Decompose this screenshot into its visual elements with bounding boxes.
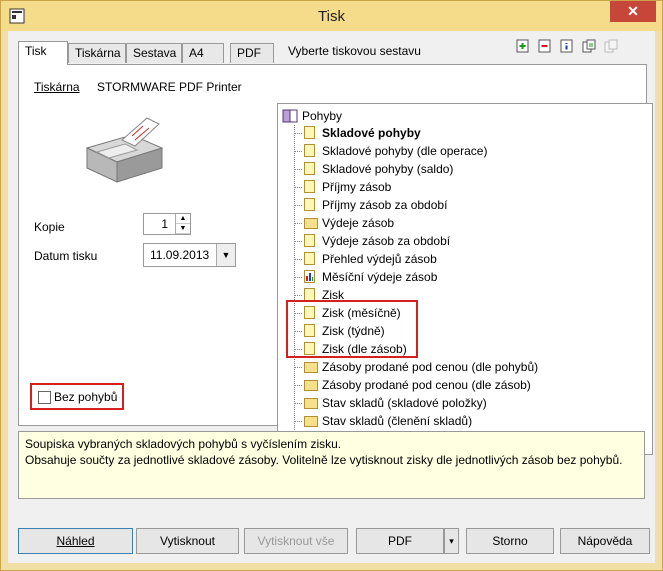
- document-icon: [304, 144, 315, 157]
- tree-branch-line: [294, 205, 302, 206]
- print-date-picker[interactable]: 11.09.2013 ▼: [143, 243, 236, 267]
- book-icon: [282, 109, 298, 123]
- printer-link[interactable]: Tiskárna: [34, 80, 80, 94]
- tree-branch-line: [294, 223, 302, 224]
- tree-branch-line: [294, 385, 302, 386]
- tree-root-label: Pohyby: [302, 109, 343, 123]
- tree-branch-line: [294, 169, 302, 170]
- tab-sestava[interactable]: Sestava: [126, 43, 182, 63]
- pdf-button[interactable]: PDF: [356, 528, 444, 554]
- print-all-button: Vytisknout vše: [244, 528, 348, 554]
- tree-item-label: Měsíční výdeje zásob: [322, 270, 438, 284]
- printer-name: STORMWARE PDF Printer: [97, 80, 242, 94]
- print-date-label: Datum tisku: [34, 249, 98, 263]
- spin-up-icon[interactable]: ▲: [176, 214, 190, 224]
- description-line-1: Soupiska vybraných skladových pohybů s v…: [25, 437, 342, 451]
- window-title: Tisk: [318, 8, 345, 25]
- document-icon: [304, 234, 315, 247]
- no-movements-label[interactable]: Bez pohybů: [54, 390, 117, 404]
- tab-tiskarna[interactable]: Tiskárna: [68, 43, 126, 63]
- close-button[interactable]: ✕: [610, 1, 656, 22]
- spin-down-icon[interactable]: ▼: [176, 224, 190, 234]
- folder-icon: [304, 380, 318, 391]
- printer-icon: [85, 117, 164, 183]
- tree-branch-line: [294, 259, 302, 260]
- description-line-2: Obsahuje součty za jednotlivé skladové z…: [25, 453, 623, 467]
- tree-item-label: Skladové pohyby: [322, 126, 421, 140]
- print-button[interactable]: Vytisknout: [136, 528, 239, 554]
- tab-tisk[interactable]: Tisk: [18, 41, 68, 65]
- copies-spinner[interactable]: 1 ▲ ▼: [143, 213, 191, 235]
- tree-branch-line: [294, 187, 302, 188]
- folder-icon: [304, 362, 318, 373]
- select-report-hint: Vyberte tiskovou sestavu: [288, 44, 421, 58]
- tree-connector: [294, 125, 295, 438]
- tree-branch-line: [294, 421, 302, 422]
- spinner-buttons: ▲ ▼: [175, 214, 190, 234]
- document-icon: [304, 198, 315, 211]
- info-icon[interactable]: [560, 39, 574, 53]
- preview-button[interactable]: Náhled: [18, 528, 133, 554]
- tree-item-label: Výdeje zásob za období: [322, 234, 451, 248]
- tree-item-label: Příjmy zásob za období: [322, 198, 448, 212]
- chart-icon: [304, 270, 315, 283]
- tree-item-label: Stav skladů (skladové položky): [322, 396, 487, 410]
- copy-disabled-icon: [604, 39, 618, 53]
- folder-icon: [304, 398, 318, 409]
- document-icon: [304, 180, 315, 193]
- copy-icon[interactable]: [582, 39, 596, 53]
- tree-item-label: Zásoby prodané pod cenou (dle zásob): [322, 378, 531, 392]
- tree-branch-line: [294, 133, 302, 134]
- remove-icon[interactable]: [538, 39, 552, 53]
- copies-label: Kopie: [34, 220, 65, 234]
- print-dialog: Tisk ✕ Tisk Tiskárna Sestava A4 PDF Vybe…: [0, 0, 663, 571]
- no-movements-option: Bez pohybů: [30, 383, 124, 410]
- selection-highlight: [286, 300, 418, 358]
- tab-pdf[interactable]: PDF: [230, 43, 274, 63]
- tree-item-label: Přehled výdejů zásob: [322, 252, 437, 266]
- tree-item-label: Zásoby prodané pod cenou (dle pohybů): [322, 360, 539, 374]
- folder-icon: [304, 416, 318, 427]
- tree-item-label: Příjmy zásob: [322, 180, 392, 194]
- folder-icon: [304, 218, 318, 229]
- tree-branch-line: [294, 403, 302, 404]
- pdf-dropdown-arrow-icon[interactable]: ▾: [444, 528, 459, 554]
- report-tree[interactable]: Pohyby Skladové pohyby Skladové pohyby (d…: [277, 103, 653, 455]
- dialog-body: Tisk Tiskárna Sestava A4 PDF Vyberte tis…: [8, 31, 655, 563]
- date-dropdown-icon[interactable]: ▼: [216, 244, 235, 266]
- tree-item-label: Stav skladů (členění skladů): [322, 414, 473, 428]
- tree-branch-line: [294, 277, 302, 278]
- tab-a4[interactable]: A4: [182, 43, 224, 63]
- tree-branch-line: [294, 295, 302, 296]
- tree-item-label: Výdeje zásob: [322, 216, 395, 230]
- tree-item-label: Skladové pohyby (dle operace): [322, 144, 488, 158]
- help-button[interactable]: Nápověda: [560, 528, 650, 554]
- no-movements-checkbox[interactable]: [38, 391, 51, 404]
- document-icon: [304, 126, 315, 139]
- document-icon: [304, 162, 315, 175]
- tree-branch-line: [294, 241, 302, 242]
- cancel-button[interactable]: Storno: [466, 528, 554, 554]
- print-settings-panel: Tiskárna STORMWARE PDF Printer Kopie Dat…: [18, 64, 653, 455]
- tree-item-label: Skladové pohyby (saldo): [322, 162, 454, 176]
- report-description: Soupiska vybraných skladových pohybů s v…: [18, 431, 645, 499]
- document-icon: [304, 252, 315, 265]
- add-icon[interactable]: [516, 39, 530, 53]
- tree-branch-line: [294, 367, 302, 368]
- tree-branch-line: [294, 151, 302, 152]
- title-bar[interactable]: Tisk ✕: [1, 1, 662, 31]
- copies-value[interactable]: 1: [161, 217, 168, 231]
- print-date-value[interactable]: 11.09.2013: [150, 248, 209, 262]
